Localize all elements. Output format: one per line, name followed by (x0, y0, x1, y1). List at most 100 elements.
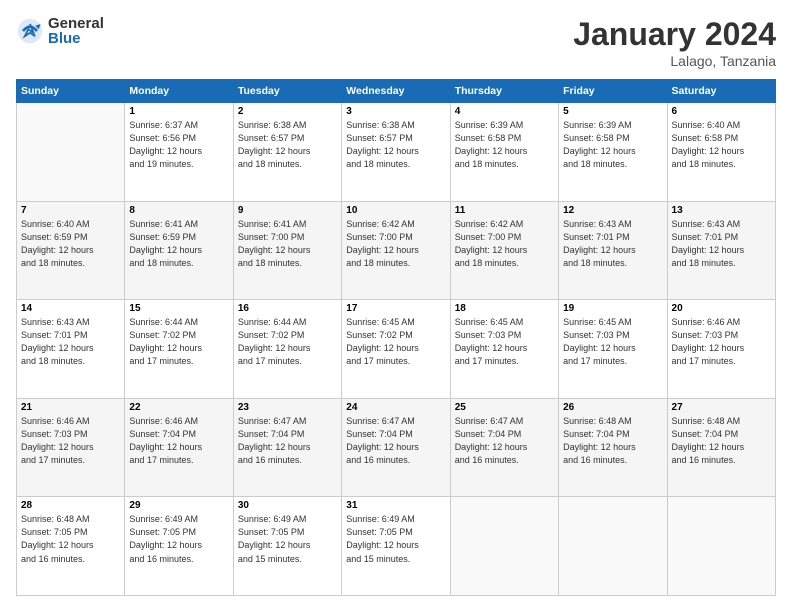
day-detail: Sunrise: 6:45 AM Sunset: 7:03 PM Dayligh… (455, 316, 554, 368)
day-detail: Sunrise: 6:39 AM Sunset: 6:58 PM Dayligh… (455, 119, 554, 171)
day-number: 31 (346, 500, 445, 511)
day-number: 13 (672, 205, 771, 216)
day-number: 29 (129, 500, 228, 511)
day-number: 19 (563, 303, 662, 314)
day-detail: Sunrise: 6:40 AM Sunset: 6:58 PM Dayligh… (672, 119, 771, 171)
calendar-cell: 7Sunrise: 6:40 AM Sunset: 6:59 PM Daylig… (17, 201, 125, 300)
calendar-cell: 15Sunrise: 6:44 AM Sunset: 7:02 PM Dayli… (125, 300, 233, 399)
day-number: 14 (21, 303, 120, 314)
day-number: 26 (563, 402, 662, 413)
day-number: 28 (21, 500, 120, 511)
title-block: January 2024 Lalago, Tanzania (573, 16, 776, 69)
day-number: 12 (563, 205, 662, 216)
day-number: 8 (129, 205, 228, 216)
calendar-cell: 19Sunrise: 6:45 AM Sunset: 7:03 PM Dayli… (559, 300, 667, 399)
weekday-header-sunday: Sunday (17, 80, 125, 103)
day-detail: Sunrise: 6:43 AM Sunset: 7:01 PM Dayligh… (672, 218, 771, 270)
day-number: 27 (672, 402, 771, 413)
day-number: 11 (455, 205, 554, 216)
calendar-cell: 17 Sunrise: 6:45 AM Sunset: 7:02 PM Dayli… (342, 300, 450, 399)
day-number: 30 (238, 500, 337, 511)
day-detail: Sunrise: 6:42 AM Sunset: 7:00 PM Dayligh… (455, 218, 554, 270)
day-number: 18 (455, 303, 554, 314)
calendar-cell: 5Sunrise: 6:39 AM Sunset: 6:58 PM Daylig… (559, 103, 667, 202)
day-number: 4 (455, 106, 554, 117)
day-detail: Sunrise: 6:41 AM Sunset: 7:00 PM Dayligh… (238, 218, 337, 270)
day-detail: Sunrise: 6:49 AM Sunset: 7:05 PM Dayligh… (129, 513, 228, 565)
calendar-cell: 21 Sunrise: 6:46 AM Sunset: 7:03 PM Dayli… (17, 398, 125, 497)
day-detail: Sunrise: 6:48 AM Sunset: 7:04 PM Dayligh… (672, 415, 771, 467)
calendar-cell: 9 Sunrise: 6:41 AM Sunset: 7:00 PM Daylig… (233, 201, 341, 300)
day-number: 10 (346, 205, 445, 216)
calendar-cell: 14 Sunrise: 6:43 AM Sunset: 7:01 PM Dayli… (17, 300, 125, 399)
day-detail: Sunrise: 6:46 AM Sunset: 7:04 PM Dayligh… (129, 415, 228, 467)
day-number: 25 (455, 402, 554, 413)
calendar-cell: 27 Sunrise: 6:48 AM Sunset: 7:04 PM Dayli… (667, 398, 775, 497)
calendar-week-row: 7Sunrise: 6:40 AM Sunset: 6:59 PM Daylig… (17, 201, 776, 300)
day-number: 15 (129, 303, 228, 314)
calendar-cell: 12 Sunrise: 6:43 AM Sunset: 7:01 PM Dayli… (559, 201, 667, 300)
day-number: 1 (129, 106, 228, 117)
calendar-week-row: 28 Sunrise: 6:48 AM Sunset: 7:05 PM Dayli… (17, 497, 776, 596)
day-number: 3 (346, 106, 445, 117)
calendar-week-row: 1 Sunrise: 6:37 AM Sunset: 6:56 PM Daylig… (17, 103, 776, 202)
weekday-header-saturday: Saturday (667, 80, 775, 103)
calendar-cell (17, 103, 125, 202)
day-number: 23 (238, 402, 337, 413)
calendar-cell: 3Sunrise: 6:38 AM Sunset: 6:57 PM Daylig… (342, 103, 450, 202)
logo-general-text: General (48, 16, 104, 31)
day-detail: Sunrise: 6:48 AM Sunset: 7:05 PM Dayligh… (21, 513, 120, 565)
calendar-cell: 16 Sunrise: 6:44 AM Sunset: 7:02 PM Dayli… (233, 300, 341, 399)
calendar-cell: 6 Sunrise: 6:40 AM Sunset: 6:58 PM Daylig… (667, 103, 775, 202)
day-detail: Sunrise: 6:43 AM Sunset: 7:01 PM Dayligh… (563, 218, 662, 270)
calendar-cell: 13 Sunrise: 6:43 AM Sunset: 7:01 PM Dayli… (667, 201, 775, 300)
calendar-cell: 22Sunrise: 6:46 AM Sunset: 7:04 PM Dayli… (125, 398, 233, 497)
day-number: 9 (238, 205, 337, 216)
day-detail: Sunrise: 6:38 AM Sunset: 6:57 PM Dayligh… (238, 119, 337, 171)
day-detail: Sunrise: 6:37 AM Sunset: 6:56 PM Dayligh… (129, 119, 228, 171)
calendar-cell: 18 Sunrise: 6:45 AM Sunset: 7:03 PM Dayli… (450, 300, 558, 399)
day-detail: Sunrise: 6:49 AM Sunset: 7:05 PM Dayligh… (346, 513, 445, 565)
day-number: 16 (238, 303, 337, 314)
calendar-cell: 29 Sunrise: 6:49 AM Sunset: 7:05 PM Dayli… (125, 497, 233, 596)
day-detail: Sunrise: 6:44 AM Sunset: 7:02 PM Dayligh… (238, 316, 337, 368)
calendar-cell: 31 Sunrise: 6:49 AM Sunset: 7:05 PM Dayli… (342, 497, 450, 596)
day-number: 21 (21, 402, 120, 413)
day-number: 7 (21, 205, 120, 216)
month-title: January 2024 (573, 16, 776, 53)
calendar-table: SundayMondayTuesdayWednesdayThursdayFrid… (16, 79, 776, 596)
day-detail: Sunrise: 6:47 AM Sunset: 7:04 PM Dayligh… (238, 415, 337, 467)
calendar-cell: 23 Sunrise: 6:47 AM Sunset: 7:04 PM Dayli… (233, 398, 341, 497)
day-number: 17 (346, 303, 445, 314)
calendar-cell: 28 Sunrise: 6:48 AM Sunset: 7:05 PM Dayli… (17, 497, 125, 596)
day-detail: Sunrise: 6:46 AM Sunset: 7:03 PM Dayligh… (672, 316, 771, 368)
calendar-header-row: SundayMondayTuesdayWednesdayThursdayFrid… (17, 80, 776, 103)
calendar-cell: 1 Sunrise: 6:37 AM Sunset: 6:56 PM Daylig… (125, 103, 233, 202)
weekday-header-monday: Monday (125, 80, 233, 103)
calendar-cell: 26 Sunrise: 6:48 AM Sunset: 7:04 PM Dayli… (559, 398, 667, 497)
calendar-cell (559, 497, 667, 596)
calendar-week-row: 21 Sunrise: 6:46 AM Sunset: 7:03 PM Dayli… (17, 398, 776, 497)
calendar-cell: 2Sunrise: 6:38 AM Sunset: 6:57 PM Daylig… (233, 103, 341, 202)
day-number: 20 (672, 303, 771, 314)
day-detail: Sunrise: 6:43 AM Sunset: 7:01 PM Dayligh… (21, 316, 120, 368)
location: Lalago, Tanzania (573, 53, 776, 69)
calendar-cell (450, 497, 558, 596)
day-detail: Sunrise: 6:46 AM Sunset: 7:03 PM Dayligh… (21, 415, 120, 467)
logo-icon (16, 17, 44, 45)
logo: General Blue (16, 16, 104, 46)
calendar-cell: 25 Sunrise: 6:47 AM Sunset: 7:04 PM Dayli… (450, 398, 558, 497)
day-detail: Sunrise: 6:48 AM Sunset: 7:04 PM Dayligh… (563, 415, 662, 467)
page-header: General Blue January 2024 Lalago, Tanzan… (16, 16, 776, 69)
day-detail: Sunrise: 6:49 AM Sunset: 7:05 PM Dayligh… (238, 513, 337, 565)
day-number: 5 (563, 106, 662, 117)
calendar-cell: 8 Sunrise: 6:41 AM Sunset: 6:59 PM Daylig… (125, 201, 233, 300)
calendar-week-row: 14 Sunrise: 6:43 AM Sunset: 7:01 PM Dayli… (17, 300, 776, 399)
calendar-cell: 11 Sunrise: 6:42 AM Sunset: 7:00 PM Dayli… (450, 201, 558, 300)
day-detail: Sunrise: 6:47 AM Sunset: 7:04 PM Dayligh… (455, 415, 554, 467)
calendar-cell: 10Sunrise: 6:42 AM Sunset: 7:00 PM Dayli… (342, 201, 450, 300)
calendar-cell (667, 497, 775, 596)
day-detail: Sunrise: 6:41 AM Sunset: 6:59 PM Dayligh… (129, 218, 228, 270)
day-number: 6 (672, 106, 771, 117)
day-detail: Sunrise: 6:45 AM Sunset: 7:02 PM Dayligh… (346, 316, 445, 368)
